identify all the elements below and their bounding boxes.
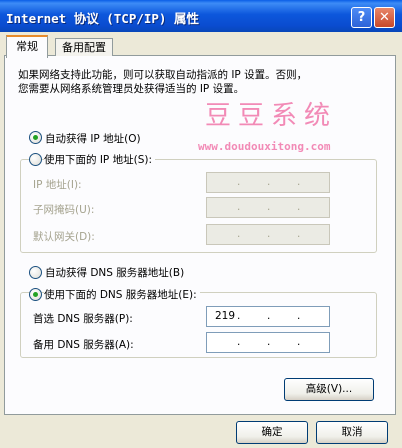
ip-auto-radio[interactable] xyxy=(29,131,42,144)
ip-address-label: IP 地址(I): xyxy=(33,179,82,191)
close-button[interactable]: ✕ xyxy=(374,7,395,28)
ip-address-field[interactable]: ... xyxy=(206,172,330,193)
window-title: Internet 协议 (TCP/IP) 属性 xyxy=(6,11,199,26)
preferred-dns-label: 首选 DNS 服务器(P): xyxy=(33,313,133,325)
description-line-2: 您需要从网络系统管理员处获得适当的 IP 设置。 xyxy=(18,83,245,95)
tab-alternate-config[interactable]: 备用配置 xyxy=(55,38,113,56)
description-line-1: 如果网络支持此功能，则可以获取自动指派的 IP 设置。否则， xyxy=(18,69,308,81)
dns-manual-radio[interactable] xyxy=(29,288,42,301)
help-button[interactable]: ? xyxy=(351,7,372,28)
ip-manual-radio[interactable] xyxy=(29,153,42,166)
dns-auto-radio[interactable] xyxy=(29,266,42,279)
close-icon: ✕ xyxy=(379,10,390,25)
ip-auto-label[interactable]: 自动获得 IP 地址(O) xyxy=(45,131,141,146)
subnet-mask-label: 子网掩码(U): xyxy=(33,204,95,216)
radio-selected-dot xyxy=(33,292,38,297)
cancel-button[interactable]: 取消 xyxy=(316,421,388,444)
dns-manual-label[interactable]: 使用下面的 DNS 服务器地址(E): xyxy=(44,287,200,302)
preferred-dns-octet-1: 219 xyxy=(215,310,236,322)
radio-selected-dot xyxy=(33,135,38,140)
alternate-dns-field[interactable]: ... xyxy=(206,332,330,353)
default-gateway-label: 默认网关(D): xyxy=(33,231,95,243)
ok-button[interactable]: 确定 xyxy=(236,421,308,444)
preferred-dns-field[interactable]: 219 ... xyxy=(206,306,330,327)
advanced-button[interactable]: 高级(V)... xyxy=(284,378,374,401)
alternate-dns-label: 备用 DNS 服务器(A): xyxy=(33,339,134,351)
ip-manual-label[interactable]: 使用下面的 IP 地址(S): xyxy=(44,152,155,167)
dns-auto-label[interactable]: 自动获得 DNS 服务器地址(B) xyxy=(45,265,184,280)
subnet-mask-field[interactable]: ... xyxy=(206,197,330,218)
description: 如果网络支持此功能，则可以获取自动指派的 IP 设置。否则， 您需要从网络系统管… xyxy=(18,68,378,96)
watermark-text: 豆豆系统 xyxy=(205,101,338,131)
watermark-url: www.doudouxitong.com xyxy=(198,140,331,153)
tab-general[interactable]: 常规 xyxy=(6,35,48,58)
default-gateway-field[interactable]: ... xyxy=(206,224,330,245)
